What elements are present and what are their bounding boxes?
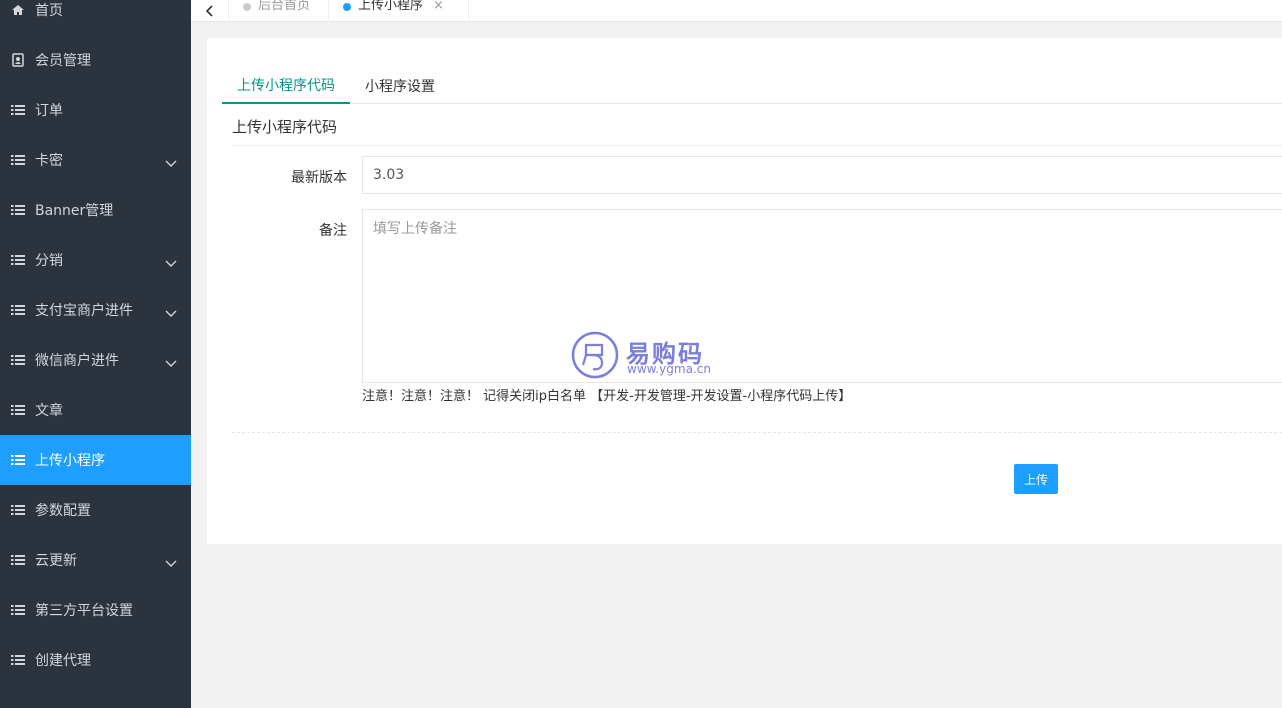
sidebar-item[interactable]: 参数配置 <box>0 485 191 535</box>
tab-label: 上传小程序 <box>358 0 424 13</box>
section-title: 上传小程序代码 <box>232 118 338 136</box>
close-icon[interactable]: × <box>433 0 444 13</box>
sidebar-item[interactable]: 卡密 <box>0 135 191 185</box>
sidebar-item[interactable]: 文章 <box>0 385 191 435</box>
sidebar-item-label: 第三方平台设置 <box>35 603 133 619</box>
tab-label: 后台首页 <box>258 0 311 13</box>
upload-button[interactable]: 上传 <box>1014 464 1058 494</box>
chevron-down-icon <box>165 156 177 167</box>
content-tabs: 上传小程序代码 小程序设置 <box>222 68 1282 104</box>
sidebar-item-label: 分销 <box>35 253 63 269</box>
remark-label: 备注 <box>319 223 347 239</box>
home-icon <box>11 3 25 17</box>
sidebar-item-label: 支付宝商户进件 <box>35 303 133 319</box>
tab-back-button[interactable] <box>191 0 229 22</box>
list-icon <box>11 353 25 367</box>
tab-status-dot <box>243 3 251 11</box>
tab-upload-code[interactable]: 上传小程序代码 <box>222 68 350 104</box>
tab-status-dot <box>343 3 351 11</box>
sidebar-item-label: 文章 <box>35 403 63 419</box>
version-input[interactable] <box>362 156 1282 194</box>
list-icon <box>11 303 25 317</box>
top-tab-bar: 后台首页 上传小程序 × <box>191 0 1282 22</box>
tab-upload-miniprogram[interactable]: 上传小程序 × <box>329 0 469 22</box>
divider <box>232 145 1282 146</box>
sidebar-item[interactable]: 微信商户进件 <box>0 335 191 385</box>
list-icon <box>11 253 25 267</box>
list-icon <box>11 153 25 167</box>
version-label: 最新版本 <box>291 170 347 186</box>
sidebar-item-label: 卡密 <box>35 153 63 169</box>
list-icon <box>11 403 25 417</box>
content-card: 上传小程序代码 小程序设置 上传小程序代码 最新版本 备注 注意！注意！注意！ … <box>207 38 1282 544</box>
sidebar-item[interactable]: 上传小程序 <box>0 435 191 485</box>
sidebar-item[interactable]: 订单 <box>0 85 191 135</box>
tab-miniprogram-settings[interactable]: 小程序设置 <box>350 68 450 104</box>
sidebar-item-label: Banner管理 <box>35 203 114 219</box>
sidebar-item-label: 首页 <box>35 3 63 19</box>
list-icon <box>11 453 25 467</box>
chevron-left-icon <box>205 5 213 17</box>
list-icon <box>11 603 25 617</box>
sidebar: 首页会员管理订单卡密 Banner管理 分销支付宝商户进件 微信商户进件 文章上传小程序… <box>0 0 191 708</box>
chevron-down-icon <box>165 306 177 317</box>
sidebar-item-label: 微信商户进件 <box>35 353 119 369</box>
list-icon <box>11 503 25 517</box>
divider <box>232 432 1282 433</box>
list-icon <box>11 653 25 667</box>
sidebar-item-label: 创建代理 <box>35 653 91 669</box>
sidebar-item[interactable]: Banner管理 <box>0 185 191 235</box>
list-icon <box>11 103 25 117</box>
chevron-down-icon <box>165 256 177 267</box>
sidebar-item[interactable]: 分销 <box>0 235 191 285</box>
sidebar-item[interactable]: 云更新 <box>0 535 191 585</box>
list-icon <box>11 553 25 567</box>
remark-textarea[interactable] <box>362 209 1282 383</box>
chevron-down-icon <box>165 356 177 367</box>
sidebar-item[interactable]: 首页 <box>0 0 191 35</box>
sidebar-item[interactable]: 第三方平台设置 <box>0 585 191 635</box>
sidebar-item[interactable]: 创建代理 <box>0 635 191 685</box>
sidebar-item[interactable]: 支付宝商户进件 <box>0 285 191 335</box>
sidebar-item-label: 上传小程序 <box>35 453 105 469</box>
sidebar-item-label: 云更新 <box>35 553 77 569</box>
contact-icon <box>11 53 25 67</box>
sidebar-item-label: 会员管理 <box>35 53 91 69</box>
tab-home[interactable]: 后台首页 <box>229 0 329 22</box>
sidebar-item-label: 参数配置 <box>35 503 91 519</box>
chevron-down-icon <box>165 556 177 567</box>
notice-text: 注意！注意！注意！ 记得关闭ip白名单 【开发-开发管理-开发设置-小程序代码上… <box>362 389 852 404</box>
sidebar-item[interactable]: 会员管理 <box>0 35 191 85</box>
list-icon <box>11 203 25 217</box>
sidebar-item-label: 订单 <box>35 103 63 119</box>
